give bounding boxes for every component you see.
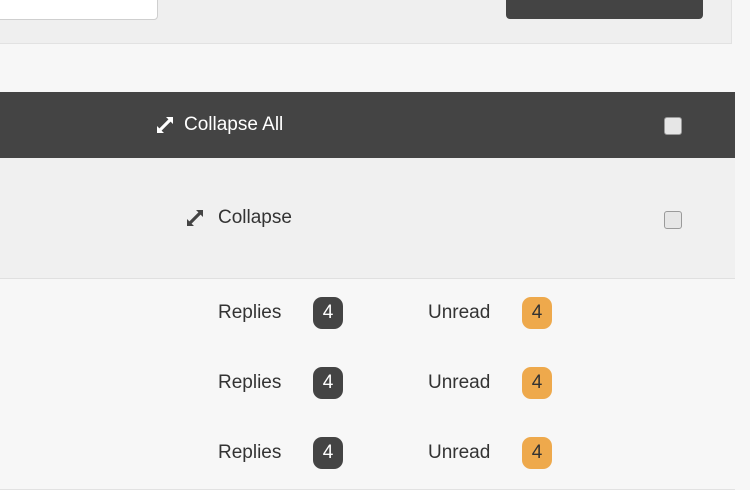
- table-header: Collapse All: [0, 92, 735, 158]
- collapse-all-button[interactable]: Collapse All: [155, 92, 283, 158]
- search-button[interactable]: [506, 0, 703, 19]
- group-row: Collapse: [0, 158, 735, 279]
- replies-label: Replies: [218, 302, 282, 323]
- table-row[interactable]: Replies 4 Unread 4: [0, 279, 735, 350]
- replies-count-badge: 4: [313, 437, 343, 469]
- replies-label: Replies: [218, 372, 282, 393]
- search-input[interactable]: [0, 0, 158, 20]
- unread-count-badge: 4: [522, 437, 552, 469]
- filter-panel: [0, 0, 732, 44]
- unread-count-badge: 4: [522, 367, 552, 399]
- table-row[interactable]: Replies 4 Unread 4: [0, 419, 735, 490]
- table-row[interactable]: Replies 4 Unread 4: [0, 349, 735, 420]
- collapse-label: Collapse: [218, 207, 292, 228]
- unread-count-badge: 4: [522, 297, 552, 329]
- collapse-button[interactable]: Collapse: [185, 158, 292, 278]
- replies-count-badge: 4: [313, 297, 343, 329]
- replies-count-badge: 4: [313, 367, 343, 399]
- collapse-arrows-icon: [185, 208, 205, 228]
- collapse-all-label: Collapse All: [184, 114, 284, 135]
- group-checkbox[interactable]: [664, 211, 682, 229]
- replies-label: Replies: [218, 442, 282, 463]
- unread-label: Unread: [428, 442, 491, 463]
- unread-label: Unread: [428, 372, 491, 393]
- collapse-arrows-icon: [155, 115, 175, 135]
- select-all-checkbox[interactable]: [664, 117, 682, 135]
- unread-label: Unread: [428, 302, 491, 323]
